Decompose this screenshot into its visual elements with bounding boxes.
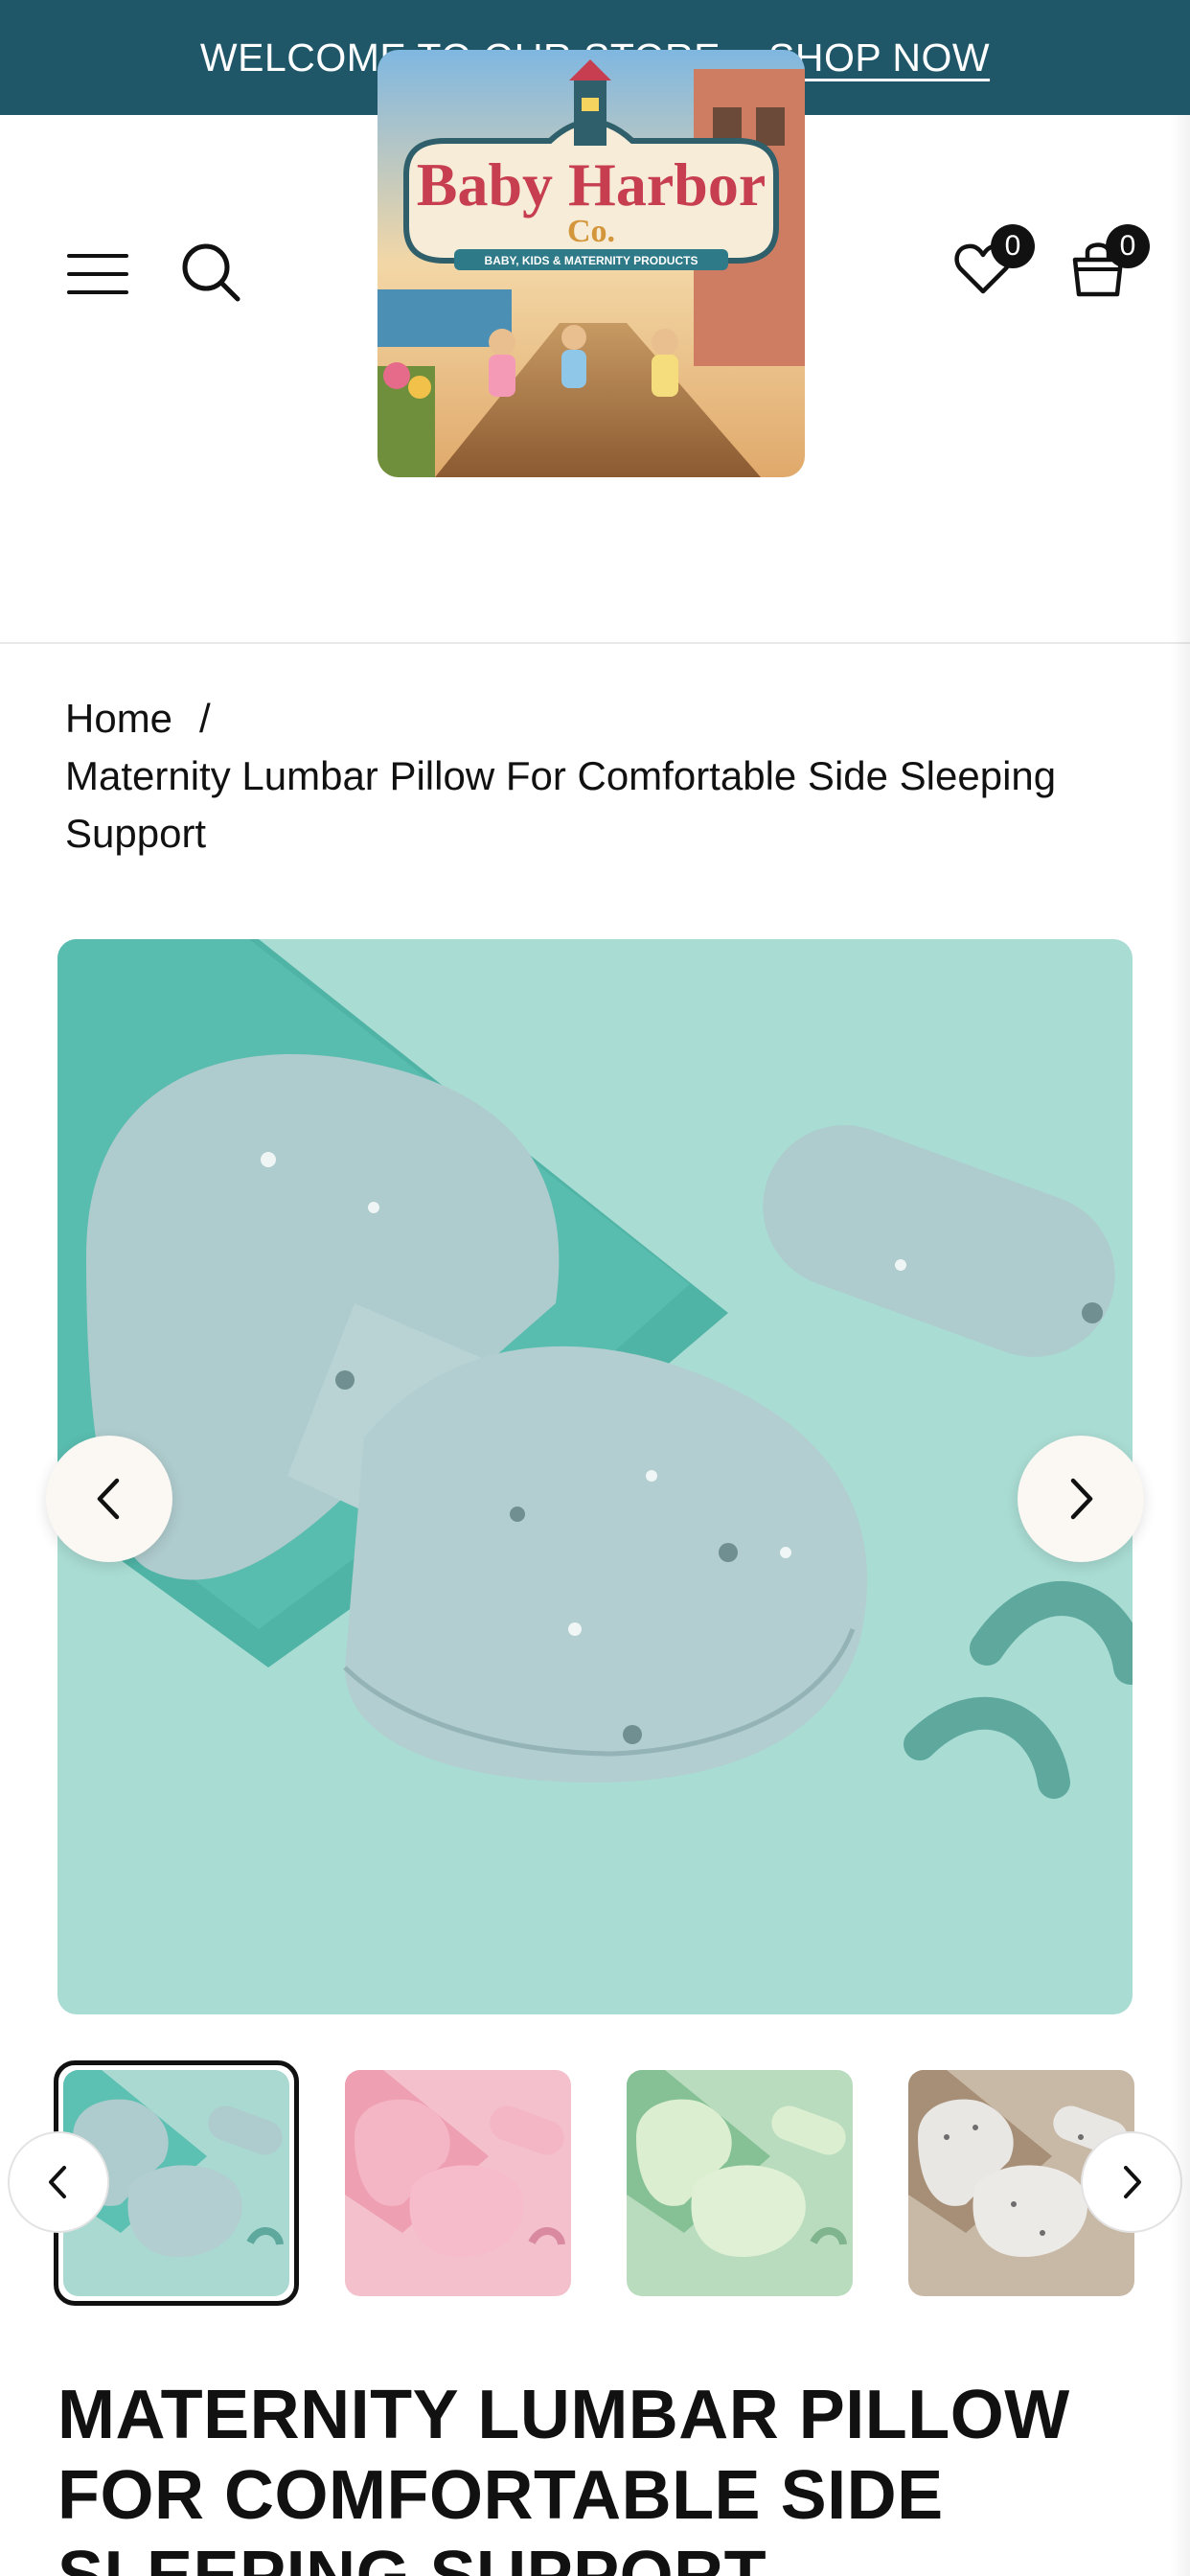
wishlist-count-badge: 0 [991, 224, 1035, 268]
thumbnails-next-button[interactable] [1081, 2131, 1182, 2233]
gallery-next-button[interactable] [1018, 1436, 1144, 1562]
thumbnails-prev-button[interactable] [8, 2131, 109, 2233]
menu-button[interactable] [63, 240, 132, 309]
hamburger-menu-icon [67, 254, 128, 294]
gallery-prev-button[interactable] [46, 1436, 172, 1562]
thumbnail-2[interactable] [345, 2070, 571, 2296]
store-logo[interactable]: Baby Harbor Co. BABY, KIDS & MATERNITY P… [378, 50, 805, 477]
chevron-right-icon [1124, 2166, 1141, 2198]
logo-name: Baby Harbor [417, 150, 766, 218]
breadcrumb: Home / Maternity Lumbar Pillow For Comfor… [65, 690, 1119, 862]
logo-co: Co. [567, 214, 615, 249]
thumbnail-3[interactable] [627, 2070, 853, 2296]
breadcrumb-separator: / [199, 696, 211, 741]
chevron-right-icon [1070, 1478, 1093, 1520]
breadcrumb-current: Maternity Lumbar Pillow For Comfortable … [65, 753, 1057, 856]
search-icon [182, 243, 240, 302]
logo-tagline: BABY, KIDS & MATERNITY PRODUCTS [485, 254, 698, 267]
search-button[interactable] [176, 238, 245, 307]
chevron-left-icon [49, 2166, 66, 2198]
wishlist-button[interactable]: 0 [949, 224, 1035, 303]
page-edge-shadow [1171, 115, 1190, 2576]
breadcrumb-home-link[interactable]: Home [65, 696, 172, 741]
cart-count-badge: 0 [1106, 224, 1150, 268]
cart-button[interactable]: 0 [1064, 224, 1150, 303]
main-product-image[interactable] [57, 939, 1133, 2014]
chevron-left-icon [97, 1478, 120, 1520]
product-title: MATERNITY LUMBAR PILLOW FOR COMFORTABLE … [57, 2377, 1070, 2576]
